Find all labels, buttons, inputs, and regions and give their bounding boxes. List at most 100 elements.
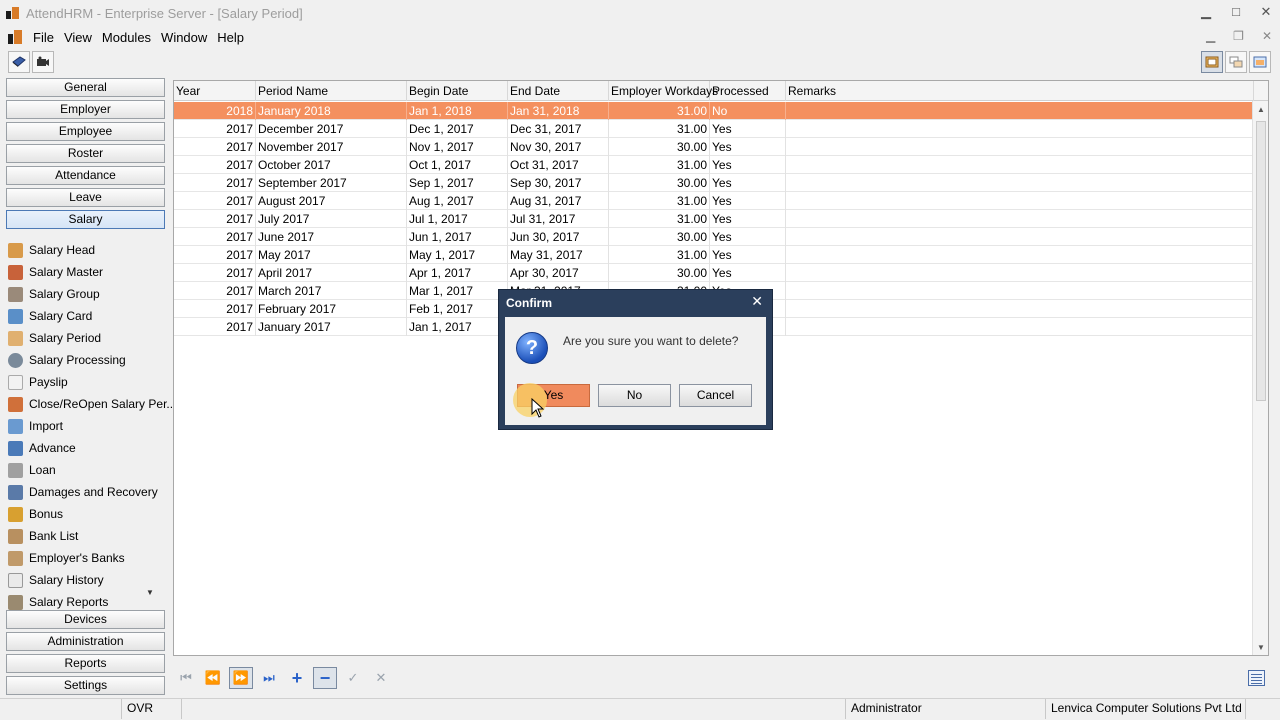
cell-remarks[interactable] — [786, 264, 1254, 282]
cell-period-name[interactable]: January 2018 — [256, 102, 407, 120]
table-row[interactable]: 2017 April 2017 Apr 1, 2017 Apr 30, 2017 30.… — [174, 264, 1254, 282]
cell-year[interactable]: 2017 — [174, 210, 256, 228]
cell-employer-workdays[interactable]: 31.00 — [609, 210, 710, 228]
cell-year[interactable]: 2017 — [174, 264, 256, 282]
cell-remarks[interactable] — [786, 318, 1254, 336]
nav-attendance[interactable]: Attendance — [6, 166, 165, 185]
nav-leave[interactable]: Leave — [6, 188, 165, 207]
table-row[interactable]: 2017 November 2017 Nov 1, 2017 Nov 30, 2017… — [174, 138, 1254, 156]
nav-employee[interactable]: Employee — [6, 122, 165, 141]
cell-begin-date[interactable]: Feb 1, 2017 — [407, 300, 508, 318]
nav-salary[interactable]: Salary — [6, 210, 165, 229]
sidebar-item-loan[interactable]: Loan — [8, 460, 56, 480]
sidebar-item-salary-period[interactable]: Salary Period — [8, 328, 101, 348]
sidebar-item-salary-processing[interactable]: Salary Processing — [8, 350, 126, 370]
menu-help[interactable]: Help — [212, 30, 249, 45]
nav-devices[interactable]: Devices — [6, 610, 165, 629]
cell-end-date[interactable]: Apr 30, 2017 — [508, 264, 609, 282]
cell-period-name[interactable]: May 2017 — [256, 246, 407, 264]
delete-record-icon[interactable]: − — [313, 667, 337, 689]
last-record-icon[interactable]: ⏭ — [257, 667, 281, 689]
cascade-window-button[interactable] — [1201, 51, 1223, 73]
cell-begin-date[interactable]: Jan 1, 2017 — [407, 318, 508, 336]
cell-year[interactable]: 2017 — [174, 318, 256, 336]
table-row[interactable]: 2017 August 2017 Aug 1, 2017 Aug 31, 2017 31… — [174, 192, 1254, 210]
table-row[interactable]: 2017 September 2017 Sep 1, 2017 Sep 30, 201… — [174, 174, 1254, 192]
cell-begin-date[interactable]: Apr 1, 2017 — [407, 264, 508, 282]
child-minimize-icon[interactable]: ▁ — [1206, 29, 1215, 43]
column-header-year[interactable]: Year — [174, 81, 256, 101]
nav-settings[interactable]: Settings — [6, 676, 165, 695]
cell-end-date[interactable]: Oct 31, 2017 — [508, 156, 609, 174]
cell-year[interactable]: 2017 — [174, 282, 256, 300]
cell-period-name[interactable]: September 2017 — [256, 174, 407, 192]
cell-remarks[interactable] — [786, 138, 1254, 156]
post-record-icon[interactable]: ✓ — [341, 667, 365, 689]
cell-remarks[interactable] — [786, 246, 1254, 264]
cell-employer-workdays[interactable]: 30.00 — [609, 228, 710, 246]
scroll-up-icon[interactable]: ▲ — [1257, 105, 1265, 114]
cell-period-name[interactable]: June 2017 — [256, 228, 407, 246]
nav-administration[interactable]: Administration — [6, 632, 165, 651]
cell-employer-workdays[interactable]: 31.00 — [609, 156, 710, 174]
column-header-begin-date[interactable]: Begin Date — [407, 81, 508, 101]
sidebar-item-salary-group[interactable]: Salary Group — [8, 284, 100, 304]
cell-year[interactable]: 2017 — [174, 228, 256, 246]
sidebar-scroll-down-icon[interactable]: ▼ — [146, 588, 154, 597]
sidebar-item-employers-banks[interactable]: Employer's Banks — [8, 548, 125, 568]
table-row[interactable]: 2017 December 2017 Dec 1, 2017 Dec 31, 2017… — [174, 120, 1254, 138]
cancel-button[interactable]: Cancel — [679, 384, 752, 407]
tile-window-button[interactable] — [1225, 51, 1247, 73]
cell-year[interactable]: 2017 — [174, 246, 256, 264]
cell-remarks[interactable] — [786, 300, 1254, 318]
cell-remarks[interactable] — [786, 120, 1254, 138]
no-button[interactable]: No — [598, 384, 671, 407]
cell-remarks[interactable] — [786, 228, 1254, 246]
cell-end-date[interactable]: Nov 30, 2017 — [508, 138, 609, 156]
cell-period-name[interactable]: October 2017 — [256, 156, 407, 174]
menu-window[interactable]: Window — [156, 30, 212, 45]
cell-processed[interactable]: No — [710, 102, 786, 120]
cell-end-date[interactable]: Sep 30, 2017 — [508, 174, 609, 192]
cell-remarks[interactable] — [786, 102, 1254, 120]
cell-period-name[interactable]: August 2017 — [256, 192, 407, 210]
column-header-remarks[interactable]: Remarks — [786, 81, 1254, 101]
child-close-icon[interactable]: ✕ — [1262, 29, 1272, 43]
cell-begin-date[interactable]: Dec 1, 2017 — [407, 120, 508, 138]
table-row[interactable]: 2017 October 2017 Oct 1, 2017 Oct 31, 2017 3… — [174, 156, 1254, 174]
cell-end-date[interactable]: Jan 31, 2018 — [508, 102, 609, 120]
cell-remarks[interactable] — [786, 156, 1254, 174]
cell-remarks[interactable] — [786, 282, 1254, 300]
cell-processed[interactable]: Yes — [710, 210, 786, 228]
cell-remarks[interactable] — [786, 192, 1254, 210]
cell-processed[interactable]: Yes — [710, 120, 786, 138]
cell-employer-workdays[interactable]: 30.00 — [609, 174, 710, 192]
sidebar-item-bonus[interactable]: Bonus — [8, 504, 63, 524]
next-record-icon[interactable]: ⏩ — [229, 667, 253, 689]
cell-employer-workdays[interactable]: 31.00 — [609, 192, 710, 210]
menu-file[interactable]: File — [28, 30, 59, 45]
menu-modules[interactable]: Modules — [97, 30, 156, 45]
cell-processed[interactable]: Yes — [710, 174, 786, 192]
table-row[interactable]: 2017 July 2017 Jul 1, 2017 Jul 31, 2017 31.0… — [174, 210, 1254, 228]
cell-processed[interactable]: Yes — [710, 192, 786, 210]
column-header-processed[interactable]: Processed — [710, 81, 786, 101]
cell-employer-workdays[interactable]: 31.00 — [609, 102, 710, 120]
cell-begin-date[interactable]: May 1, 2017 — [407, 246, 508, 264]
column-header-end-date[interactable]: End Date — [508, 81, 609, 101]
cell-year[interactable]: 2017 — [174, 174, 256, 192]
grid-view-icon[interactable] — [1248, 670, 1265, 686]
cancel-record-icon[interactable]: ✕ — [369, 667, 393, 689]
table-row[interactable]: 2017 June 2017 Jun 1, 2017 Jun 30, 2017 30.0… — [174, 228, 1254, 246]
cell-year[interactable]: 2017 — [174, 300, 256, 318]
sidebar-item-salary-card[interactable]: Salary Card — [8, 306, 92, 326]
cell-begin-date[interactable]: Jun 1, 2017 — [407, 228, 508, 246]
column-header-employer-workdays[interactable]: Employer Workdays — [609, 81, 718, 101]
dialog-close-icon[interactable]: ✕ — [751, 293, 763, 310]
maximize-icon[interactable]: □ — [1230, 4, 1242, 20]
table-row[interactable]: 2017 May 2017 May 1, 2017 May 31, 2017 31.00… — [174, 246, 1254, 264]
child-restore-icon[interactable]: ❐ — [1233, 29, 1244, 43]
cell-end-date[interactable]: May 31, 2017 — [508, 246, 609, 264]
cell-end-date[interactable]: Jul 31, 2017 — [508, 210, 609, 228]
arrange-window-button[interactable] — [1249, 51, 1271, 73]
